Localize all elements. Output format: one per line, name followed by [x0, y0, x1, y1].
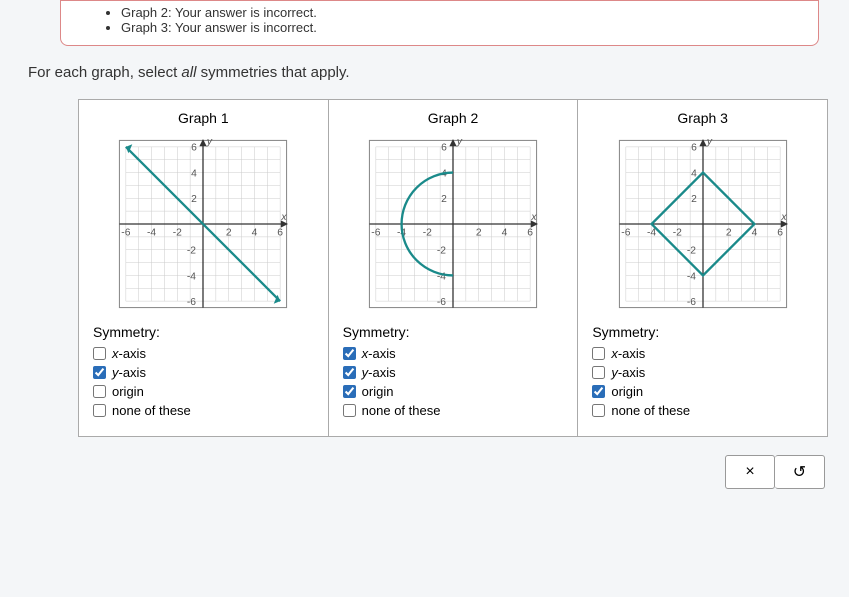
symmetry-label: Symmetry: — [343, 324, 566, 340]
svg-text:-4: -4 — [187, 271, 196, 282]
checkbox-y-axis[interactable] — [343, 366, 356, 379]
svg-text:x: x — [530, 212, 537, 223]
svg-text:-2: -2 — [437, 246, 446, 257]
svg-text:-6: -6 — [437, 297, 446, 308]
checkbox-origin[interactable] — [592, 385, 605, 398]
svg-text:2: 2 — [476, 228, 482, 239]
option-origin[interactable]: origin — [343, 384, 566, 399]
option-x-axis[interactable]: x-axis — [93, 346, 316, 361]
svg-text:y: y — [706, 136, 713, 147]
svg-text:6: 6 — [691, 143, 697, 154]
option-x-axis[interactable]: x-axis — [343, 346, 566, 361]
svg-text:4: 4 — [502, 228, 508, 239]
graph-cell-2: Graph 2 -6-4-2246 642-2-4-6 xy Symmetry:… — [329, 100, 579, 436]
svg-text:2: 2 — [191, 194, 197, 205]
svg-text:y: y — [206, 136, 213, 147]
feedback-item: Graph 3: Your answer is incorrect. — [121, 20, 802, 35]
svg-text:-6: -6 — [187, 297, 196, 308]
option-y-axis[interactable]: y-axis — [592, 365, 815, 380]
checkbox-origin[interactable] — [93, 385, 106, 398]
svg-text:4: 4 — [191, 168, 197, 179]
reset-button[interactable]: ↺ — [775, 455, 825, 489]
close-button[interactable]: × — [725, 455, 775, 489]
option-none[interactable]: none of these — [592, 403, 815, 418]
checkbox-x-axis[interactable] — [343, 347, 356, 360]
svg-text:x: x — [281, 212, 288, 223]
graph-cell-1: Graph 1 -6-4-2246 642-2-4-6 xy Symmetr — [79, 100, 329, 436]
close-icon: × — [745, 463, 754, 481]
graph-title: Graph 1 — [91, 110, 316, 126]
svg-text:2: 2 — [441, 194, 447, 205]
feedback-box: Graph 2: Your answer is incorrect. Graph… — [60, 0, 819, 46]
checkbox-none[interactable] — [343, 404, 356, 417]
graph-1-plot: -6 -4 -2 2 4 6 6 4 2 -2 -4 -6 x y — [98, 134, 308, 314]
svg-text:-2: -2 — [187, 246, 196, 257]
symmetry-label: Symmetry: — [592, 324, 815, 340]
option-none[interactable]: none of these — [93, 403, 316, 418]
svg-text:-2: -2 — [173, 228, 182, 239]
option-origin[interactable]: origin — [93, 384, 316, 399]
option-y-axis[interactable]: y-axis — [93, 365, 316, 380]
svg-text:-6: -6 — [122, 228, 131, 239]
svg-text:4: 4 — [751, 228, 757, 239]
graphs-container: Graph 1 -6-4-2246 642-2-4-6 xy Symmetr — [78, 99, 828, 437]
svg-text:-4: -4 — [647, 228, 656, 239]
option-origin[interactable]: origin — [592, 384, 815, 399]
feedback-item: Graph 2: Your answer is incorrect. — [121, 5, 802, 20]
svg-text:-2: -2 — [687, 246, 696, 257]
checkbox-y-axis[interactable] — [93, 366, 106, 379]
checkbox-none[interactable] — [592, 404, 605, 417]
svg-text:-6: -6 — [371, 228, 380, 239]
symmetry-label: Symmetry: — [93, 324, 316, 340]
graph-2-plot: -6-4-2246 642-2-4-6 xy — [348, 134, 558, 314]
svg-text:2: 2 — [726, 228, 732, 239]
svg-text:-6: -6 — [621, 228, 630, 239]
reset-icon: ↺ — [793, 462, 806, 482]
graph-title: Graph 3 — [590, 110, 815, 126]
svg-text:2: 2 — [691, 194, 697, 205]
option-y-axis[interactable]: y-axis — [343, 365, 566, 380]
svg-text:-4: -4 — [147, 228, 156, 239]
svg-text:x: x — [780, 212, 787, 223]
svg-text:2: 2 — [226, 228, 232, 239]
svg-text:-2: -2 — [672, 228, 681, 239]
svg-text:y: y — [456, 136, 463, 147]
checkbox-y-axis[interactable] — [592, 366, 605, 379]
checkbox-x-axis[interactable] — [592, 347, 605, 360]
checkbox-origin[interactable] — [343, 385, 356, 398]
action-bar: × ↺ — [0, 455, 825, 489]
svg-text:-6: -6 — [687, 297, 696, 308]
svg-text:-2: -2 — [423, 228, 432, 239]
instruction-text: For each graph, select all symmetries th… — [28, 64, 849, 81]
option-none[interactable]: none of these — [343, 403, 566, 418]
graph-3-plot: -6-4-2246 642-2-4-6 xy — [598, 134, 808, 314]
svg-text:6: 6 — [191, 143, 197, 154]
checkbox-none[interactable] — [93, 404, 106, 417]
option-x-axis[interactable]: x-axis — [592, 346, 815, 361]
svg-text:4: 4 — [252, 228, 258, 239]
graph-title: Graph 2 — [341, 110, 566, 126]
svg-text:-4: -4 — [687, 271, 696, 282]
graph-cell-3: Graph 3 -6-4-2246 642-2-4-6 xy Symmetry:… — [578, 100, 827, 436]
svg-text:6: 6 — [777, 228, 783, 239]
svg-text:6: 6 — [278, 228, 284, 239]
svg-text:6: 6 — [441, 143, 447, 154]
checkbox-x-axis[interactable] — [93, 347, 106, 360]
svg-text:6: 6 — [527, 228, 533, 239]
